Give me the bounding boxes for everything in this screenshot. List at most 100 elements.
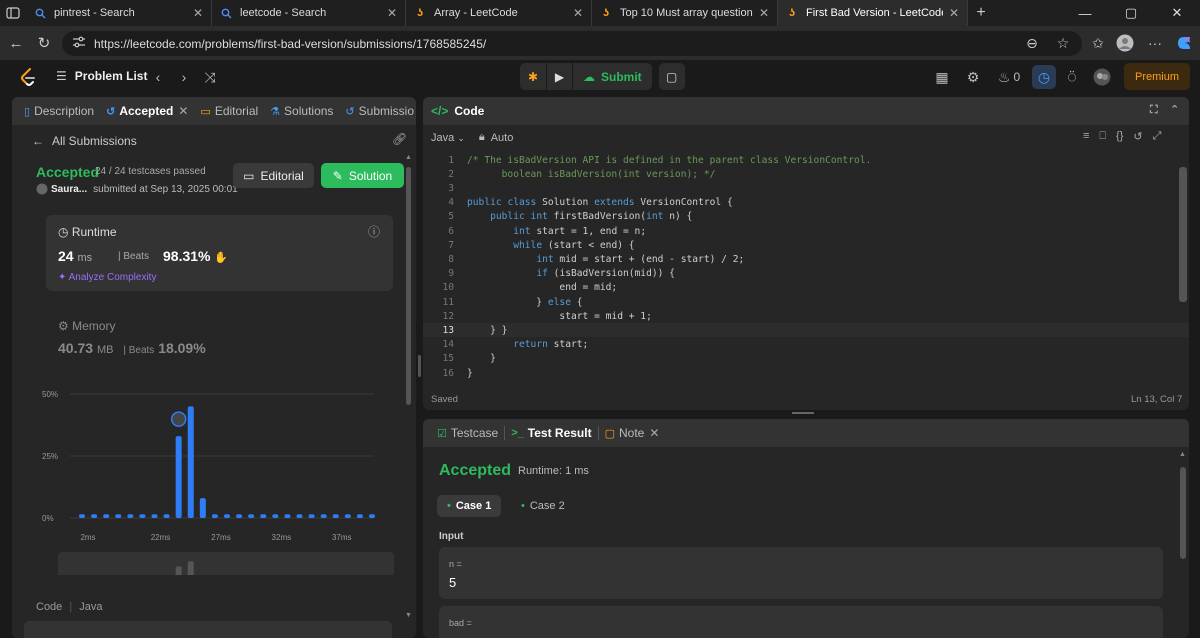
profile-avatar[interactable] bbox=[1113, 31, 1137, 55]
close-icon[interactable]: ✕ bbox=[573, 6, 583, 20]
scroll-up-icon[interactable]: ▲ bbox=[1179, 451, 1186, 458]
shuffle-icon[interactable]: ⤨ bbox=[200, 67, 220, 87]
leetcode-logo-icon[interactable] bbox=[20, 68, 36, 91]
bookmark-icon[interactable]: ⎕ bbox=[1099, 130, 1106, 143]
back-button[interactable]: ← bbox=[4, 31, 28, 55]
window-close-button[interactable]: ✕ bbox=[1154, 0, 1200, 26]
problem-list-button[interactable]: ☰ Problem List bbox=[56, 69, 147, 83]
reload-button[interactable]: ↻ bbox=[32, 31, 56, 55]
case-1-tab[interactable]: • Case 1 bbox=[437, 495, 502, 517]
editor-scrollbar[interactable] bbox=[1179, 167, 1187, 302]
tab-editorial[interactable]: ▭ Editorial bbox=[194, 104, 264, 118]
all-submissions-link[interactable]: ← All Submissions bbox=[32, 134, 137, 148]
run-button[interactable]: ▶ bbox=[547, 63, 572, 90]
code-line[interactable]: 14 return start; bbox=[423, 338, 1189, 352]
code-line[interactable]: 5 public int firstBadVersion(int n) { bbox=[423, 210, 1189, 224]
next-problem-icon[interactable]: › bbox=[174, 67, 194, 87]
close-icon[interactable]: ✕ bbox=[387, 6, 397, 20]
tab-note[interactable]: ▢ Note ✕ bbox=[599, 426, 666, 440]
notes-icon[interactable]: ▢ bbox=[658, 63, 685, 90]
minimize-button[interactable]: — bbox=[1062, 0, 1108, 26]
browser-tab-array[interactable]: ʖ Array - LeetCode ✕ bbox=[406, 0, 592, 26]
code-line[interactable]: 16} bbox=[423, 366, 1189, 380]
braces-icon[interactable]: {} bbox=[1116, 130, 1123, 143]
code-line[interactable]: 6 int start = 1, end = n; bbox=[423, 224, 1189, 238]
layout-icon[interactable]: ▦ bbox=[932, 67, 952, 87]
username[interactable]: Saura... bbox=[51, 184, 87, 195]
editorial-button[interactable]: ▭ Editorial bbox=[233, 163, 314, 188]
bookmark-star-icon[interactable]: ☆ bbox=[1051, 31, 1075, 55]
premium-button[interactable]: Premium bbox=[1124, 63, 1190, 90]
copilot-icon[interactable] bbox=[1172, 31, 1196, 55]
browser-tab-top10[interactable]: ʖ Top 10 Must array question for in ✕ bbox=[592, 0, 778, 26]
close-icon[interactable]: ✕ bbox=[649, 426, 659, 440]
memory-label: Memory bbox=[72, 319, 116, 333]
scroll-up-icon[interactable]: ▲ bbox=[405, 154, 412, 161]
site-info-icon[interactable] bbox=[72, 36, 86, 51]
code-line[interactable]: 12 start = mid + 1; bbox=[423, 309, 1189, 323]
tab-description[interactable]: ▯ Description bbox=[18, 104, 100, 118]
info-icon[interactable]: ⓘ bbox=[368, 223, 380, 240]
url-field[interactable]: https://leetcode.com/problems/first-bad-… bbox=[62, 31, 1082, 56]
browser-tab-first-bad-version[interactable]: ʖ First Bad Version - LeetCode ✕ bbox=[778, 0, 968, 26]
code-line[interactable]: 8 int mid = start + (end - start) / 2; bbox=[423, 252, 1189, 266]
analyze-complexity-link[interactable]: ✦ Analyze Complexity bbox=[58, 272, 156, 283]
runtime-distribution-chart[interactable]: 50% 25% 0% 2ms 22ms 27ms 32ms 37ms 2ms 22ms 27ms 32… bbox=[12, 385, 402, 575]
tab-submissions[interactable]: ↺ Submissio bbox=[339, 104, 416, 118]
code-line[interactable]: 10 end = mid; bbox=[423, 281, 1189, 295]
editor-mode[interactable]: Auto bbox=[491, 132, 514, 144]
more-menu-icon[interactable]: ··· bbox=[1143, 31, 1167, 55]
tab-actions-icon[interactable] bbox=[0, 0, 26, 26]
reset-icon[interactable]: ↺ bbox=[1133, 130, 1142, 143]
horizontal-resize-handle[interactable] bbox=[792, 412, 814, 414]
translate-icon[interactable]: ⊖ bbox=[1020, 31, 1044, 55]
browser-tab-pintrest[interactable]: pintrest - Search ✕ bbox=[26, 0, 212, 26]
close-icon[interactable]: ✕ bbox=[178, 104, 188, 118]
tab-test-result[interactable]: >_ Test Result bbox=[505, 426, 597, 440]
code-line[interactable]: 7 while (start < end) { bbox=[423, 238, 1189, 252]
code-line[interactable]: 11 } else { bbox=[423, 295, 1189, 309]
debug-icon[interactable]: ✱ bbox=[520, 63, 546, 90]
code-line[interactable]: 4 public class Solution extends VersionCo… bbox=[423, 196, 1189, 210]
streak-counter[interactable]: ♨ 0 bbox=[994, 67, 1024, 87]
code-line[interactable]: 15 } bbox=[423, 352, 1189, 366]
runtime-card[interactable]: ◷ Runtime ⓘ 24 ms | Beats 98.31% ✋ ✦ Ana… bbox=[46, 215, 393, 291]
language-select[interactable]: Java ⌄ bbox=[431, 132, 465, 144]
submit-button[interactable]: ☁ Submit bbox=[573, 63, 652, 90]
panel-resize-handle[interactable] bbox=[418, 355, 421, 377]
user-avatar[interactable] bbox=[36, 183, 48, 195]
favorites-icon[interactable]: ✩ bbox=[1086, 31, 1110, 55]
format-icon[interactable]: ≡ bbox=[1083, 130, 1089, 143]
code-line[interactable]: 1 /* The isBadVersion API is defined in t… bbox=[423, 153, 1189, 167]
collapse-icon[interactable]: ⌃ bbox=[1170, 103, 1179, 116]
solution-button[interactable]: ✎ Solution bbox=[321, 163, 404, 188]
tab-solutions[interactable]: ⚗ Solutions bbox=[264, 104, 339, 118]
browser-tab-leetcode-search[interactable]: leetcode - Search ✕ bbox=[212, 0, 406, 26]
expand-icon[interactable]: ⛶ bbox=[1150, 104, 1158, 117]
scroll-down-icon[interactable]: ▼ bbox=[405, 612, 412, 619]
code-line[interactable]: 9 if (isBadVersion(mid)) { bbox=[423, 267, 1189, 281]
code-editor[interactable]: 1 /* The isBadVersion API is defined in t… bbox=[423, 153, 1189, 381]
code-line[interactable]: 3 bbox=[423, 181, 1189, 195]
code-line[interactable]: 2 boolean isBadVersion(int version); */ bbox=[423, 167, 1189, 181]
prev-problem-icon[interactable]: ‹ bbox=[148, 67, 168, 87]
share-link-icon[interactable]: 🔗︎ bbox=[392, 132, 407, 146]
close-icon[interactable]: ✕ bbox=[193, 6, 203, 20]
code-line[interactable]: 13 } } bbox=[423, 323, 1189, 338]
tab-testcase[interactable]: ☑ Testcase bbox=[431, 426, 504, 440]
tab-accepted[interactable]: ↺ Accepted ✕ bbox=[100, 104, 194, 118]
left-scrollbar[interactable] bbox=[406, 167, 411, 405]
new-tab-button[interactable]: + bbox=[968, 4, 994, 22]
settings-gear-icon[interactable]: ⚙ bbox=[963, 67, 983, 87]
memory-title[interactable]: ⚙ Memory bbox=[58, 319, 115, 333]
close-icon[interactable]: ✕ bbox=[759, 6, 769, 20]
close-icon[interactable]: ✕ bbox=[949, 6, 959, 20]
maximize-button[interactable]: ▢ bbox=[1108, 0, 1154, 26]
user-avatar[interactable] bbox=[1092, 67, 1112, 87]
fullscreen-icon[interactable]: ⤢ bbox=[1153, 130, 1162, 143]
editorial-label: Editorial bbox=[260, 168, 304, 183]
add-user-icon[interactable]: ⍥ bbox=[1062, 67, 1082, 87]
result-scrollbar[interactable] bbox=[1180, 467, 1186, 559]
case-2-tab[interactable]: • Case 2 bbox=[511, 495, 575, 517]
timer-icon[interactable]: ◷ bbox=[1032, 65, 1056, 89]
